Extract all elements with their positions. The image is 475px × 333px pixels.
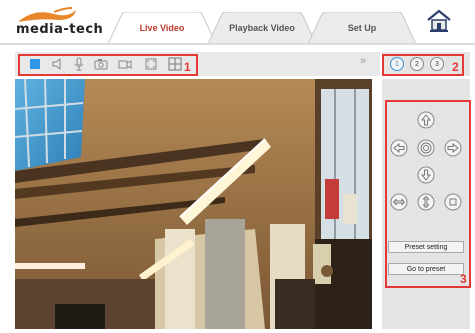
expand-toolbar-button[interactable]: »	[360, 55, 366, 67]
header-divider	[0, 43, 475, 45]
header: media-tech Live Video Playback Video Set…	[0, 0, 475, 44]
video-frame-image	[15, 79, 372, 329]
callout-label-1: 1	[184, 60, 191, 74]
live-video-feed[interactable]	[15, 79, 372, 329]
callout-label-2: 2	[452, 60, 459, 74]
tab-live-video[interactable]: Live Video	[108, 12, 216, 44]
media-tech-logo: media-tech	[14, 6, 112, 40]
callout-box-1	[18, 54, 198, 76]
tab-playback-video[interactable]: Playback Video	[208, 12, 316, 44]
home-icon	[427, 9, 451, 32]
tab-set-up[interactable]: Set Up	[308, 12, 416, 44]
callout-label-3: 3	[460, 272, 467, 286]
logo-text: media-tech	[16, 22, 104, 37]
callout-box-3	[385, 100, 471, 288]
home-button[interactable]	[425, 8, 453, 34]
